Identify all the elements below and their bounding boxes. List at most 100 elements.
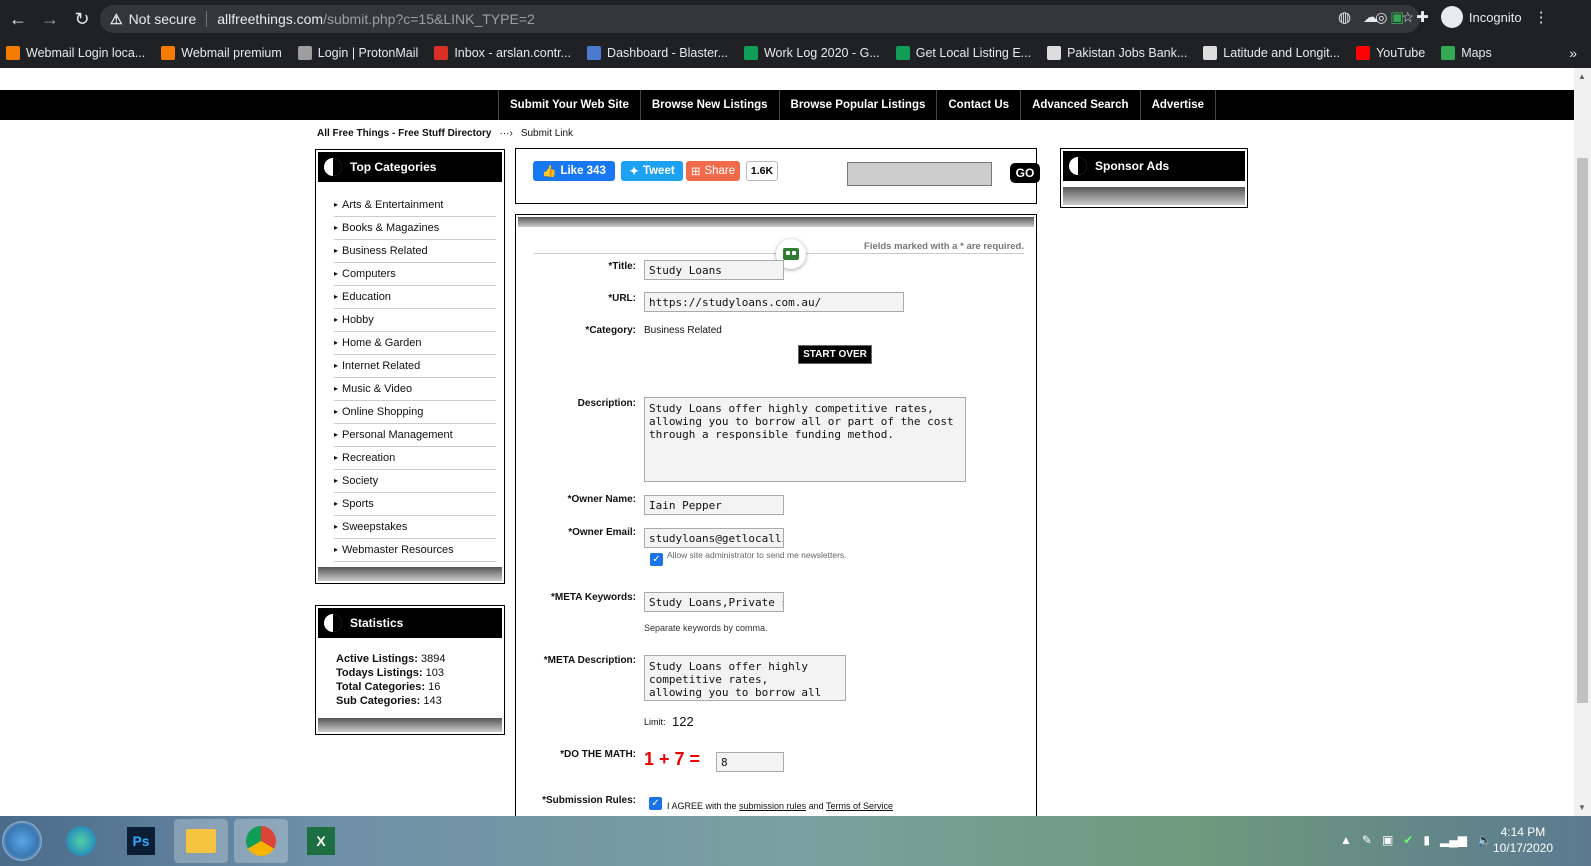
search-input[interactable] [847,162,992,186]
signal-icon[interactable]: ▂▄▆ [1440,833,1467,847]
nav-item[interactable]: Advanced Search [1020,90,1140,120]
address-bar[interactable]: ⚠ Not secure allfreethings.com /submit.p… [100,5,1420,33]
bookmark-item[interactable]: YouTube [1356,46,1425,60]
main-nav: Submit Your Web Site Browse New Listings B… [0,90,1574,120]
excel-icon[interactable]: X [294,819,348,863]
breadcrumb-separator: ···› [499,128,513,139]
puzzle-icon[interactable]: ✚ [1416,8,1429,26]
owner-name-label: *Owner Name: [567,494,636,505]
bookmarks-bar: Webmail Login loca... Webmail premium Logi… [0,38,1591,68]
chrome-icon[interactable] [234,819,288,863]
clock[interactable]: 4:14 PM 10/17/2020 [1493,824,1553,856]
go-button[interactable]: GO [1010,163,1040,183]
url-input[interactable]: https://studyloans.com.au/ [644,292,904,312]
page-scrollbar[interactable]: ▲ ▼ [1574,68,1591,816]
tray-expand-icon[interactable]: ▲ [1340,833,1352,847]
stat-row: Active Listings: 3894 [336,652,504,666]
scroll-down-icon[interactable]: ▼ [1578,803,1586,812]
category-link[interactable]: Webmaster Resources [334,539,496,562]
title-input[interactable]: Study Loans [644,260,784,280]
nav-item[interactable]: Advertise [1139,90,1216,120]
bookmark-item[interactable]: Maps [1441,46,1492,60]
page-content: Submit Your Web Site Browse New Listings B… [0,68,1574,816]
menu-icon[interactable]: ⋮ [1534,8,1549,26]
meta-keywords-input[interactable]: Study Loans,Private stud [644,592,784,612]
category-link[interactable]: Personal Management [334,424,496,447]
meta-description-label: *META Description: [543,655,636,666]
back-icon[interactable]: ← [4,5,32,33]
warning-icon: ⚠ [110,10,123,27]
nav-item[interactable]: Submit Your Web Site [498,90,640,120]
battery-icon[interactable]: ▮ [1423,833,1430,847]
share-label: Share [704,165,736,177]
category-link[interactable]: Computers [334,263,496,286]
category-link[interactable]: Books & Magazines [334,217,496,240]
category-link[interactable]: Sports [334,493,496,516]
reload-icon[interactable]: ↻ [68,5,96,33]
breadcrumb-home[interactable]: All Free Things - Free Stuff Directory [317,128,491,139]
bookmark-label: Dashboard - Blaster... [607,46,728,60]
check-shield-icon[interactable]: ✔ [1403,833,1413,847]
start-over-button[interactable]: START OVER [798,345,872,364]
volume-icon[interactable]: 🔈 [1477,833,1492,847]
divider [206,11,208,27]
like-label: Like 343 [560,165,606,177]
category-link[interactable]: Business Related [334,240,496,263]
bookmark-item[interactable]: Inbox - arslan.contr... [434,46,571,60]
bookmark-item[interactable]: Pakistan Jobs Bank... [1047,46,1187,60]
forward-icon[interactable]: → [36,5,64,33]
bookmark-item[interactable]: Dashboard - Blaster... [587,46,728,60]
bookmark-item[interactable]: Webmail premium [161,46,282,60]
scroll-up-icon[interactable]: ▲ [1578,72,1586,81]
category-link[interactable]: Sweepstakes [334,516,496,539]
agree-checkbox[interactable]: ✓ [649,797,662,810]
yin-yang-icon [324,614,342,632]
category-link[interactable]: Arts & Entertainment [334,194,496,217]
math-answer-input[interactable]: 8 [716,752,784,772]
bookmark-item[interactable]: Webmail Login loca... [6,46,145,60]
bookmark-label: YouTube [1376,46,1426,60]
tweet-button[interactable]: ✦ Tweet [621,161,683,181]
category-link[interactable]: Hobby [334,309,496,332]
owner-email-input[interactable]: studyloans@getlocallistin [644,528,784,548]
extension-cloud-icon[interactable]: ☁ [1363,8,1378,26]
nav-item[interactable]: Contact Us [936,90,1020,120]
terms-link[interactable]: Terms of Service [826,801,893,811]
facebook-like-button[interactable]: 👍 Like 343 [533,161,615,181]
nav-item[interactable]: Browse Popular Listings [778,90,937,120]
category-link[interactable]: Internet Related [334,355,496,378]
pen-icon[interactable]: ✎ [1362,833,1372,847]
edge-icon[interactable] [54,819,108,863]
stat-label: Sub Categories: [336,695,421,707]
globe-icon[interactable]: ◍ [1338,8,1351,26]
stat-label: Todays Listings: [336,667,423,679]
category-link[interactable]: Music & Video [334,378,496,401]
share-button[interactable]: ⊞ Share [686,161,740,181]
category-link[interactable]: Society [334,470,496,493]
category-link[interactable]: Education [334,286,496,309]
bookmark-favicon-icon [161,46,176,60]
file-explorer-icon[interactable] [174,819,228,863]
bookmarks-overflow-icon[interactable]: » [1569,45,1577,61]
start-button[interactable] [2,821,42,861]
category-link[interactable]: Recreation [334,447,496,470]
bookmark-item[interactable]: Work Log 2020 - G... [743,46,880,60]
incognito-profile[interactable]: Incognito [1440,6,1522,28]
bookmark-favicon-icon [1047,46,1062,60]
bookmark-item[interactable]: Latitude and Longit... [1203,46,1340,60]
tray-app-icon[interactable]: ▣ [1382,833,1393,847]
nav-item[interactable]: Browse New Listings [639,90,779,120]
owner-name-input[interactable]: Iain Pepper [644,495,784,515]
category-link[interactable]: Online Shopping [334,401,496,424]
bookmark-item[interactable]: Login | ProtonMail [297,46,418,60]
extension-bot-icon[interactable]: ▣ [1390,8,1404,26]
scroll-thumb[interactable] [1577,158,1588,703]
bookmark-item[interactable]: Get Local Listing E... [895,46,1031,60]
photoshop-icon[interactable]: Ps [114,819,168,863]
category-link[interactable]: Home & Garden [334,332,496,355]
description-textarea[interactable]: Study Loans offer highly competitive rat… [644,397,966,482]
meta-description-textarea[interactable]: Study Loans offer highly competitive rat… [644,655,846,701]
submission-rules-link[interactable]: submission rules [739,801,806,811]
plus-icon: ⊞ [690,166,701,178]
newsletter-checkbox[interactable]: ✓ [650,553,663,566]
